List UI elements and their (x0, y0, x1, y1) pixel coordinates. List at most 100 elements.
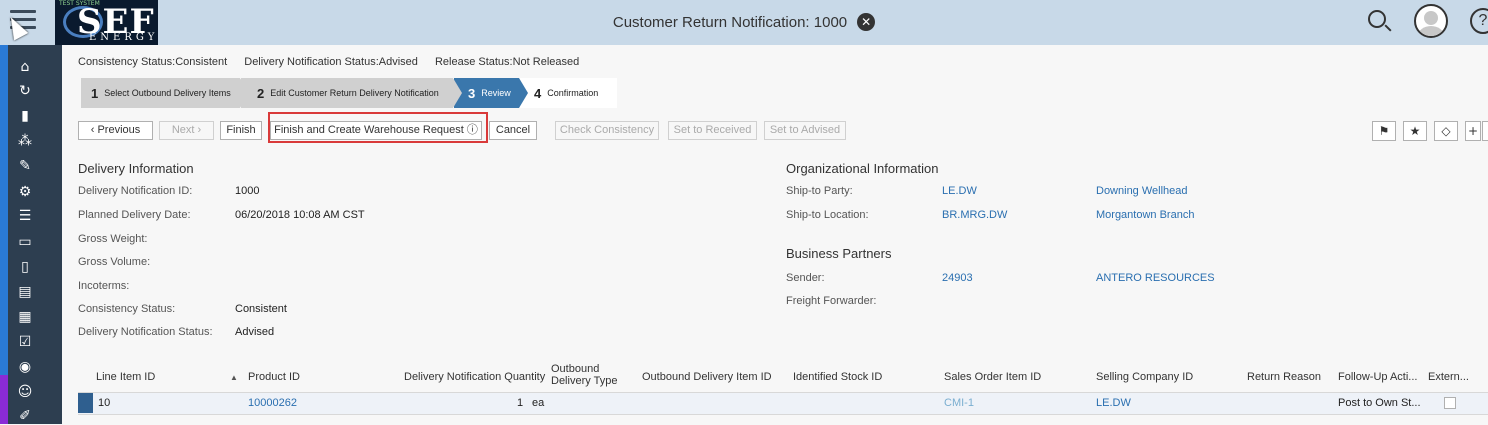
cancel-button[interactable]: Cancel (489, 121, 537, 140)
business-partners-title: Business Partners (786, 246, 892, 261)
cell-product-id-link[interactable]: 10000262 (248, 397, 297, 409)
edit-icon[interactable]: ✐ (16, 407, 34, 425)
flag-icon[interactable]: ⚑ (1372, 121, 1396, 141)
star-icon[interactable]: ★ (1403, 121, 1427, 141)
avatar[interactable] (1414, 4, 1448, 38)
freight-forwarder-label: Freight Forwarder: (786, 295, 877, 307)
ship-to-party-name-link[interactable]: Downing Wellhead (1096, 185, 1188, 197)
step-select-items[interactable]: 1 Select Outbound Delivery Items (81, 78, 249, 108)
checklist-icon[interactable]: ☑ (16, 333, 34, 351)
refresh-icon[interactable]: ↻ (16, 82, 34, 100)
col-delivery-quantity[interactable]: Delivery Notification Quantity (404, 371, 545, 383)
next-label: Next (171, 124, 195, 136)
table-row[interactable]: 10 10000262 1 ea CMI-1 LE.DW Post to Own… (78, 393, 1488, 415)
col-product-id[interactable]: Product ID (248, 371, 300, 383)
col-selling-company-id[interactable]: Selling Company ID (1096, 371, 1193, 383)
table-header: Line Item ID ▲ Product ID Delivery Notif… (78, 361, 1488, 393)
page-title: Customer Return Notification: 1000 (612, 14, 848, 31)
user-list-icon[interactable]: ☰ (16, 207, 34, 225)
cell-sales-order-item-link[interactable]: CMI-1 (944, 397, 974, 409)
col-line-item-id[interactable]: Line Item ID (96, 371, 155, 383)
more-icon[interactable] (1482, 121, 1488, 141)
gross-volume-label: Gross Volume: (78, 256, 151, 268)
notification-status-label: Delivery Notification Status: (78, 326, 213, 338)
step-edit-notification[interactable]: 2 Edit Customer Return Delivery Notificat… (241, 78, 462, 108)
col-follow-up-action[interactable]: Follow-Up Acti... (1338, 371, 1417, 383)
bar-chart-icon[interactable]: ▮ (16, 107, 34, 125)
add-icon[interactable]: + (1465, 121, 1481, 141)
sort-ascending-icon[interactable]: ▲ (230, 373, 238, 382)
planned-date-value: 06/20/2018 10:08 AM CST (235, 209, 365, 221)
row-selector[interactable] (78, 393, 93, 413)
car-icon[interactable]: ◉ (16, 358, 34, 376)
set-to-received-button[interactable]: Set to Received (668, 121, 757, 140)
cell-follow-up-action: Post to Own St... (1338, 397, 1421, 409)
document-icon[interactable]: ▯ (16, 258, 34, 276)
ship-to-party-id-link[interactable]: LE.DW (942, 185, 977, 197)
avatar-head (1424, 11, 1438, 25)
incoterms-label: Incoterms: (78, 280, 130, 292)
main-content: Consistency Status:Consistent Delivery N… (62, 45, 1488, 424)
delivery-info-title: Delivery Information (78, 161, 194, 176)
status-line: Consistency Status:Consistent Delivery N… (78, 56, 593, 68)
col-outbound-delivery-item-id[interactable]: Outbound Delivery Item ID (642, 371, 772, 383)
ship-to-party-label: Ship-to Party: (786, 185, 853, 197)
step-number: 1 (91, 85, 99, 101)
next-button[interactable]: Next › (159, 121, 214, 140)
shell-header: TEST SYSTEM SEF ENERGY Customer Return N… (0, 0, 1488, 45)
sidebar: ⌂ ↻ ▮ ⁂ ✎ ⚙ ☰ ▭ ▯ ▤ ▦ ☑ ◉ ☺ ✐ (0, 45, 62, 424)
step-arrow (519, 78, 528, 108)
check-consistency-button[interactable]: Check Consistency (555, 121, 659, 140)
avatar-body (1418, 26, 1444, 36)
col-outbound-delivery-type[interactable]: Outbound Delivery Type (551, 363, 631, 387)
consistency-label: Consistency Status: (78, 303, 176, 315)
set-to-advised-button[interactable]: Set to Advised (764, 121, 846, 140)
settings-icon[interactable]: ⚙ (16, 183, 34, 201)
cell-unit: ea (532, 397, 545, 409)
col-sales-order-item-id[interactable]: Sales Order Item ID (944, 371, 1041, 383)
notification-status-value: Advised (235, 326, 275, 338)
finish-button[interactable]: Finish (220, 121, 262, 140)
consistency-status: Consistency Status:Consistent (78, 56, 228, 68)
delivery-id-label: Delivery Notification ID: (78, 185, 193, 197)
org-chart-icon[interactable]: ⁂ (16, 132, 34, 150)
step-confirmation[interactable]: 4 Confirmation (520, 78, 617, 108)
wizard-steps: 1 Select Outbound Delivery Items 2 Edit Cu… (81, 78, 617, 108)
step-arrow (453, 78, 462, 108)
sender-name-link[interactable]: ANTERO RESOURCES (1096, 272, 1215, 284)
previous-button[interactable]: ‹ Previous (78, 121, 153, 140)
logo-subtitle: ENERGY (89, 32, 158, 43)
id-card-icon[interactable]: ▭ (16, 233, 34, 251)
step-review[interactable]: 3 Review (454, 78, 528, 108)
planned-date-label: Planned Delivery Date: (78, 209, 191, 221)
step-number: 3 (468, 85, 476, 101)
close-icon[interactable]: ✕ (857, 13, 876, 31)
ship-to-location-id-link[interactable]: BR.MRG.DW (942, 209, 1007, 221)
org-info-title: Organizational Information (786, 161, 939, 176)
cell-selling-company-link[interactable]: LE.DW (1096, 397, 1131, 409)
sidebar-accent (0, 45, 8, 424)
previous-label: Previous (97, 124, 141, 136)
sender-id-link[interactable]: 24903 (942, 272, 973, 284)
step-label: Confirmation (547, 88, 599, 98)
home-icon[interactable]: ⌂ (16, 58, 34, 76)
edit-user-icon[interactable]: ✎ (16, 157, 34, 175)
delivery-status: Delivery Notification Status:Advised (244, 56, 418, 68)
step-arrow (240, 78, 249, 108)
ship-to-location-name-link[interactable]: Morgantown Branch (1096, 209, 1194, 221)
eraser-icon[interactable]: ◇ (1434, 121, 1458, 141)
delivery-id-value: 1000 (235, 185, 260, 197)
report-icon[interactable]: ▤ (16, 283, 34, 301)
external-checkbox[interactable] (1444, 397, 1456, 409)
col-identified-stock-id[interactable]: Identified Stock ID (793, 371, 882, 383)
col-external[interactable]: Extern... (1428, 371, 1469, 383)
col-return-reason[interactable]: Return Reason (1247, 371, 1321, 383)
release-status: Release Status:Not Released (434, 56, 580, 68)
cell-quantity: 1 (517, 397, 524, 409)
clipboard-icon[interactable]: ▦ (16, 308, 34, 326)
page-title-bar: Customer Return Notification: 1000 ✕ (0, 13, 1488, 31)
ship-to-location-label: Ship-to Location: (786, 209, 869, 221)
step-label: Edit Customer Return Delivery Notificati… (270, 88, 439, 98)
person-icon[interactable]: ☺ (16, 383, 34, 401)
search-icon[interactable] (1368, 10, 1386, 28)
